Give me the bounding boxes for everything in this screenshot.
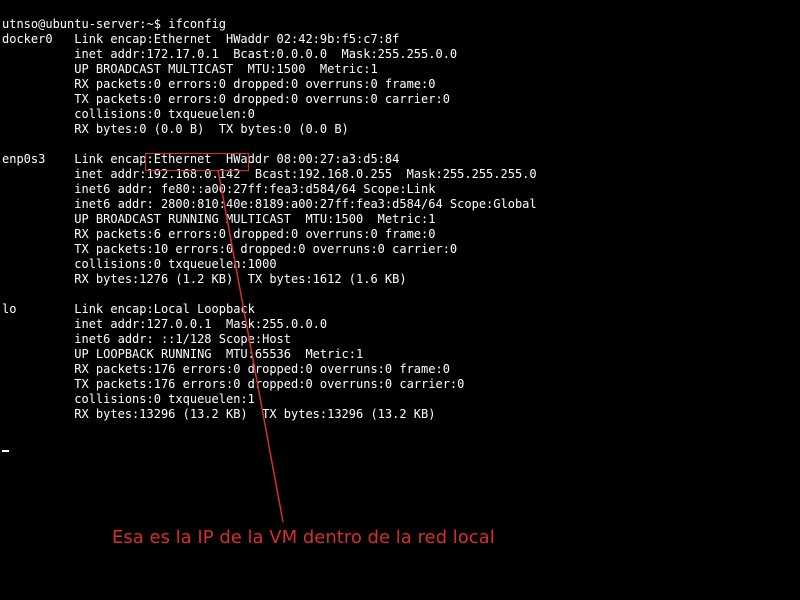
command-text: ifconfig	[168, 17, 226, 31]
vm-ip-address: 192.168.0.142	[147, 167, 241, 181]
prompt-line: utnso@ubuntu-server:~$ ifconfig	[2, 17, 226, 31]
terminal-output[interactable]: utnso@ubuntu-server:~$ ifconfig docker0 …	[0, 0, 800, 544]
iface-name: lo	[2, 302, 16, 316]
prompt-userhost: utnso@ubuntu-server	[2, 17, 139, 31]
prompt-path: ~	[147, 17, 154, 31]
iface-name: docker0	[2, 32, 53, 46]
iface-docker0: docker0 Link encap:Ethernet HWaddr 02:42…	[2, 32, 457, 136]
iface-enp0s3: enp0s3 Link encap:Ethernet HWaddr 08:00:…	[2, 152, 537, 286]
prompt-symbol: $	[154, 17, 161, 31]
iface-name: enp0s3	[2, 152, 45, 166]
iface-lo: lo Link encap:Local Loopback inet addr:1…	[2, 302, 464, 421]
annotation-label: Esa es la IP de la VM dentro de la red l…	[112, 530, 495, 545]
cursor	[2, 450, 9, 452]
